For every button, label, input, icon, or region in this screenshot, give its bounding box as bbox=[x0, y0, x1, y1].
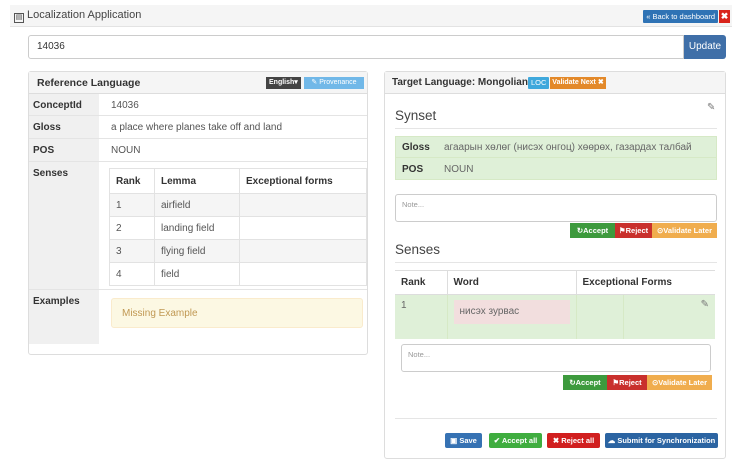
loc-badge: LOC bbox=[528, 77, 550, 89]
reference-title: Reference Language bbox=[37, 77, 141, 89]
reference-table: ConceptId 14036 Gloss a place where plan… bbox=[29, 94, 367, 344]
conceptid-row: ConceptId 14036 bbox=[29, 94, 367, 116]
target-senses-table: Rank Word Exceptional Forms 1 нисэх зурв… bbox=[395, 270, 715, 339]
senses-row: Senses Rank Lemma Exceptional forms 1 ai… bbox=[29, 162, 367, 290]
synset-pos-row: POS NOUN bbox=[396, 159, 716, 180]
validate-later-label: Validate Later bbox=[658, 378, 708, 387]
missing-example-alert: Missing Example bbox=[111, 298, 363, 328]
divider bbox=[395, 262, 717, 263]
table-row: 1 airfield bbox=[109, 193, 367, 217]
sense-accept-button[interactable]: ↻Accept bbox=[563, 375, 607, 390]
submit-sync-button[interactable]: ☁ Submit for Synchronization bbox=[605, 433, 718, 448]
synset-gloss-row: Gloss агаарын хөлөг (нисэх онгоц) хөөрөх… bbox=[396, 137, 716, 158]
gloss-value: a place where planes take off and land bbox=[111, 122, 283, 133]
reference-senses-table: Rank Lemma Exceptional forms 1 airfield … bbox=[109, 168, 367, 286]
reject-label: Reject bbox=[625, 226, 649, 235]
forms-cell: ✎ bbox=[576, 294, 715, 339]
synset-pos-value: NOUN bbox=[444, 164, 474, 175]
sense-validate-later-button[interactable]: ⊙Validate Later bbox=[647, 375, 712, 390]
sense-reject-button[interactable]: ⚑Reject bbox=[607, 375, 647, 390]
senses-label: Senses bbox=[29, 162, 99, 289]
synset-pos-label: POS bbox=[402, 164, 424, 175]
reference-panel-header: Reference Language English▾ ✎ Provenance bbox=[29, 72, 367, 94]
table-row: 1 нисэх зурвас ✎ bbox=[395, 294, 715, 339]
app-title-text: Localization Application bbox=[27, 9, 142, 21]
save-button[interactable]: ▣ Save bbox=[445, 433, 482, 448]
target-title: Target Language: Mongolian bbox=[392, 77, 528, 88]
reject-all-button[interactable]: ✖ Reject all bbox=[547, 433, 600, 448]
synset-validate-later-button[interactable]: ⊙Validate Later bbox=[652, 223, 717, 238]
gloss-label: Gloss bbox=[29, 116, 99, 138]
rank-cell: 2 bbox=[109, 216, 155, 240]
col-word: Word bbox=[447, 270, 577, 295]
col-exceptional-forms: Exceptional Forms bbox=[576, 270, 715, 295]
synset-box: Gloss агаарын хөлөг (нисэх онгоц) хөөрөх… bbox=[395, 136, 717, 180]
target-panel: Target Language: Mongolian LOC Validate … bbox=[384, 71, 726, 459]
forms-cell bbox=[239, 193, 367, 217]
target-panel-header: Target Language: Mongolian LOC Validate … bbox=[385, 72, 725, 94]
submit-label: Submit for Synchronization bbox=[617, 436, 716, 445]
divider bbox=[395, 418, 717, 419]
pos-row: POS NOUN bbox=[29, 139, 367, 162]
examples-row: Examples Missing Example bbox=[29, 290, 367, 344]
accept-label: Accept bbox=[575, 378, 601, 387]
rank-cell: 1 bbox=[395, 294, 448, 339]
synset-accept-button[interactable]: ↻Accept bbox=[570, 223, 615, 238]
synset-note-field[interactable]: Note... bbox=[395, 194, 717, 222]
senses-title: Senses bbox=[395, 242, 441, 257]
col-lemma: Lemma bbox=[154, 168, 240, 194]
conceptid-value: 14036 bbox=[111, 100, 139, 111]
sense-note-field[interactable]: Note... bbox=[401, 344, 711, 372]
examples-label: Examples bbox=[29, 290, 99, 344]
save-label: Save bbox=[459, 436, 477, 445]
forms-cell bbox=[239, 262, 367, 286]
table-row: 2 landing field bbox=[109, 216, 367, 240]
synset-gloss-label: Gloss bbox=[402, 142, 430, 153]
edit-icon[interactable]: ✎ bbox=[701, 299, 709, 310]
divider bbox=[395, 128, 717, 129]
close-icon[interactable]: ✖ bbox=[719, 10, 730, 23]
pos-value: NOUN bbox=[111, 145, 141, 156]
app-icon: ▤ bbox=[14, 13, 24, 23]
top-bar: ▤ Localization Application « Back to dash… bbox=[10, 5, 732, 27]
pos-label: POS bbox=[29, 139, 99, 161]
col-exceptional-forms: Exceptional forms bbox=[239, 168, 367, 194]
rank-cell: 4 bbox=[109, 262, 155, 286]
col-rank: Rank bbox=[395, 270, 448, 295]
cell-divider bbox=[622, 295, 624, 339]
accept-all-label: Accept all bbox=[501, 436, 538, 445]
reject-label: Reject bbox=[619, 378, 642, 387]
validate-next-button[interactable]: Validate Next ✖ bbox=[550, 77, 606, 89]
validate-later-label: Validate Later bbox=[663, 226, 713, 235]
accept-all-button[interactable]: ✔ Accept all bbox=[489, 433, 542, 448]
gloss-row: Gloss a place where planes take off and … bbox=[29, 116, 367, 139]
lemma-cell: landing field bbox=[154, 216, 240, 240]
table-row: 3 flying field bbox=[109, 239, 367, 263]
update-button[interactable]: Update bbox=[684, 35, 726, 59]
col-rank: Rank bbox=[109, 168, 155, 194]
accept-label: Accept bbox=[583, 226, 609, 235]
back-to-dashboard-button[interactable]: « Back to dashboard bbox=[643, 10, 718, 23]
synset-gloss-value: агаарын хөлөг (нисэх онгоц) хөөрөх, газа… bbox=[444, 142, 692, 153]
word-cell-wrap: нисэх зурвас bbox=[447, 294, 577, 339]
rank-cell: 3 bbox=[109, 239, 155, 263]
language-dropdown[interactable]: English▾ bbox=[266, 77, 301, 89]
lemma-cell: airfield bbox=[154, 193, 240, 217]
synset-reject-button[interactable]: ⚑Reject bbox=[615, 223, 652, 238]
forms-cell bbox=[239, 216, 367, 240]
word-cell[interactable]: нисэх зурвас bbox=[453, 300, 570, 324]
rank-cell: 1 bbox=[109, 193, 155, 217]
reject-all-label: Reject all bbox=[561, 436, 595, 445]
app-title: ▤ Localization Application bbox=[14, 9, 141, 23]
lemma-cell: field bbox=[154, 262, 240, 286]
edit-icon[interactable]: ✎ bbox=[707, 102, 715, 113]
lemma-cell: flying field bbox=[154, 239, 240, 263]
conceptid-label: ConceptId bbox=[29, 94, 99, 115]
provenance-button[interactable]: ✎ Provenance bbox=[304, 77, 364, 89]
forms-cell bbox=[239, 239, 367, 263]
concept-id-input[interactable]: 14036 bbox=[28, 35, 684, 59]
table-row: 4 field bbox=[109, 262, 367, 286]
synset-title: Synset bbox=[395, 108, 437, 123]
reference-panel: Reference Language English▾ ✎ Provenance… bbox=[28, 71, 368, 355]
